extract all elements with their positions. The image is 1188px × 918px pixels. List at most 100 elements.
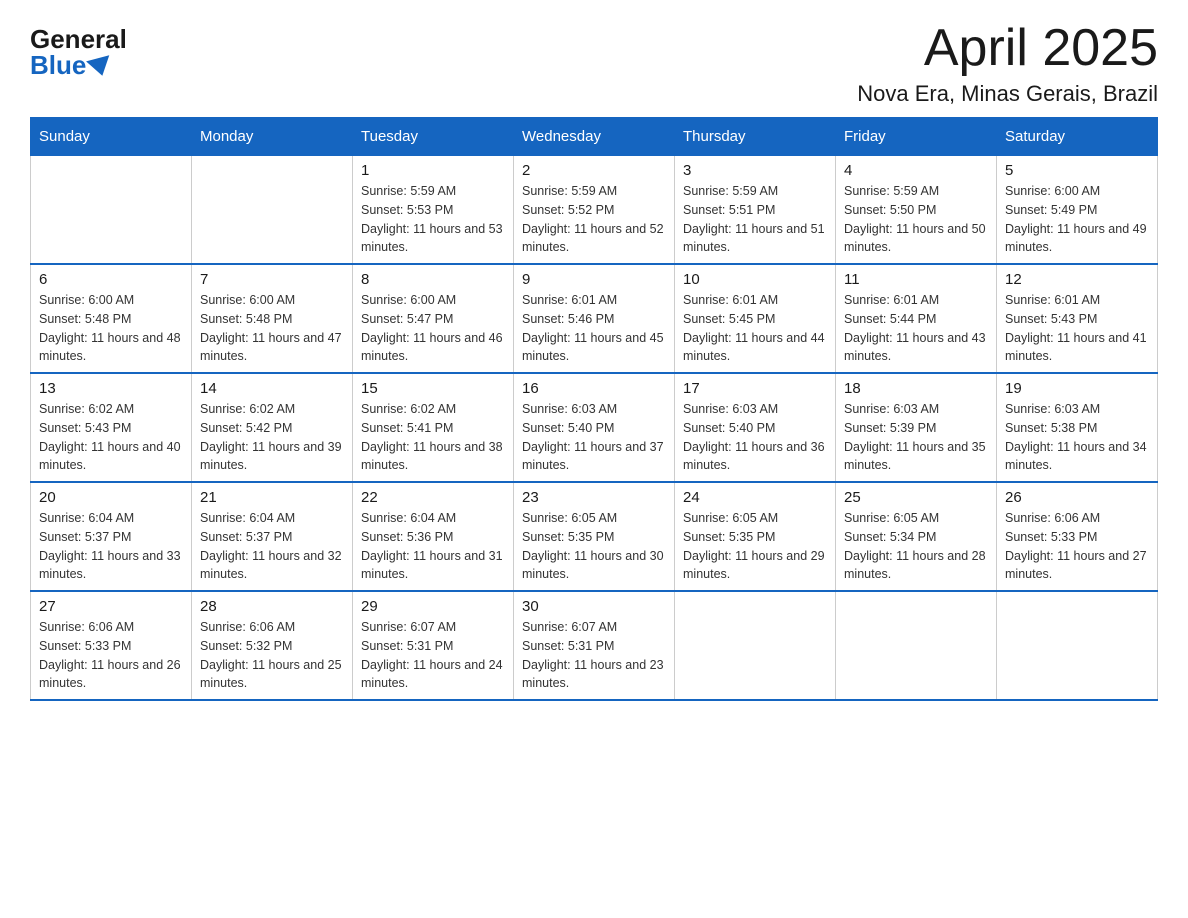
sun-info: Sunrise: 6:06 AMSunset: 5:33 PMDaylight:…	[1005, 509, 1149, 584]
sun-info: Sunrise: 6:06 AMSunset: 5:32 PMDaylight:…	[200, 618, 344, 693]
day-number: 17	[683, 380, 827, 397]
day-number: 2	[522, 162, 666, 179]
calendar-cell: 3Sunrise: 5:59 AMSunset: 5:51 PMDaylight…	[675, 156, 836, 265]
logo: General Blue	[30, 20, 127, 78]
sun-info: Sunrise: 5:59 AMSunset: 5:50 PMDaylight:…	[844, 182, 988, 257]
sun-info: Sunrise: 6:00 AMSunset: 5:47 PMDaylight:…	[361, 291, 505, 366]
weekday-header-tuesday: Tuesday	[353, 118, 514, 156]
calendar-body: 1Sunrise: 5:59 AMSunset: 5:53 PMDaylight…	[31, 156, 1158, 701]
sun-info: Sunrise: 6:02 AMSunset: 5:43 PMDaylight:…	[39, 400, 183, 475]
weekday-header-friday: Friday	[836, 118, 997, 156]
calendar-cell: 4 Sunrise: 5:59 AMSunset: 5:50 PMDaylight…	[836, 156, 997, 265]
calendar-cell: 15 Sunrise: 6:02 AMSunset: 5:41 PMDayligh…	[353, 373, 514, 482]
day-number: 11	[844, 271, 988, 288]
day-number: 9	[522, 271, 666, 288]
day-number: 8	[361, 271, 505, 288]
weekday-header-monday: Monday	[192, 118, 353, 156]
day-number: 10	[683, 271, 827, 288]
day-number: 25	[844, 489, 988, 506]
sun-info: Sunrise: 6:05 AMSunset: 5:35 PMDaylight:…	[683, 509, 827, 584]
day-number: 13	[39, 380, 183, 397]
calendar-cell: 22 Sunrise: 6:04 AMSunset: 5:36 PMDayligh…	[353, 482, 514, 591]
day-number: 6	[39, 271, 183, 288]
calendar-cell: 25Sunrise: 6:05 AMSunset: 5:34 PMDayligh…	[836, 482, 997, 591]
calendar-cell: 12 Sunrise: 6:01 AMSunset: 5:43 PMDayligh…	[997, 264, 1158, 373]
day-number: 15	[361, 380, 505, 397]
calendar-cell	[192, 156, 353, 265]
calendar-subtitle: Nova Era, Minas Gerais, Brazil	[857, 81, 1158, 107]
sun-info: Sunrise: 6:00 AMSunset: 5:49 PMDaylight:…	[1005, 182, 1149, 257]
calendar-week-3: 13 Sunrise: 6:02 AMSunset: 5:43 PMDayligh…	[31, 373, 1158, 482]
sun-info: Sunrise: 6:03 AMSunset: 5:39 PMDaylight:…	[844, 400, 988, 475]
logo-blue-text: Blue	[30, 52, 112, 78]
day-number: 5	[1005, 162, 1149, 179]
sun-info: Sunrise: 6:05 AMSunset: 5:35 PMDaylight:…	[522, 509, 666, 584]
page-header: General Blue April 2025 Nova Era, Minas …	[30, 20, 1158, 107]
day-number: 4	[844, 162, 988, 179]
calendar-cell: 7 Sunrise: 6:00 AMSunset: 5:48 PMDaylight…	[192, 264, 353, 373]
calendar-cell: 14 Sunrise: 6:02 AMSunset: 5:42 PMDayligh…	[192, 373, 353, 482]
weekday-header-thursday: Thursday	[675, 118, 836, 156]
sun-info: Sunrise: 6:00 AMSunset: 5:48 PMDaylight:…	[39, 291, 183, 366]
sun-info: Sunrise: 6:04 AMSunset: 5:37 PMDaylight:…	[39, 509, 183, 584]
calendar-cell: 16 Sunrise: 6:03 AMSunset: 5:40 PMDayligh…	[514, 373, 675, 482]
weekday-header-row: SundayMondayTuesdayWednesdayThursdayFrid…	[31, 118, 1158, 156]
calendar-cell: 8 Sunrise: 6:00 AMSunset: 5:47 PMDaylight…	[353, 264, 514, 373]
day-number: 24	[683, 489, 827, 506]
sun-info: Sunrise: 6:01 AMSunset: 5:43 PMDaylight:…	[1005, 291, 1149, 366]
calendar-cell: 27 Sunrise: 6:06 AMSunset: 5:33 PMDayligh…	[31, 591, 192, 700]
calendar-title: April 2025	[857, 20, 1158, 77]
calendar-cell	[997, 591, 1158, 700]
calendar-cell: 6 Sunrise: 6:00 AMSunset: 5:48 PMDaylight…	[31, 264, 192, 373]
calendar-cell: 23Sunrise: 6:05 AMSunset: 5:35 PMDayligh…	[514, 482, 675, 591]
calendar-cell: 19Sunrise: 6:03 AMSunset: 5:38 PMDayligh…	[997, 373, 1158, 482]
calendar-cell: 29Sunrise: 6:07 AMSunset: 5:31 PMDayligh…	[353, 591, 514, 700]
sun-info: Sunrise: 6:01 AMSunset: 5:46 PMDaylight:…	[522, 291, 666, 366]
sun-info: Sunrise: 6:04 AMSunset: 5:37 PMDaylight:…	[200, 509, 344, 584]
day-number: 14	[200, 380, 344, 397]
sun-info: Sunrise: 6:02 AMSunset: 5:41 PMDaylight:…	[361, 400, 505, 475]
sun-info: Sunrise: 6:01 AMSunset: 5:45 PMDaylight:…	[683, 291, 827, 366]
calendar-cell: 2 Sunrise: 5:59 AMSunset: 5:52 PMDaylight…	[514, 156, 675, 265]
sun-info: Sunrise: 6:03 AMSunset: 5:38 PMDaylight:…	[1005, 400, 1149, 475]
calendar-cell: 10 Sunrise: 6:01 AMSunset: 5:45 PMDayligh…	[675, 264, 836, 373]
sun-info: Sunrise: 6:03 AMSunset: 5:40 PMDaylight:…	[683, 400, 827, 475]
day-number: 7	[200, 271, 344, 288]
day-number: 16	[522, 380, 666, 397]
calendar-cell: 11Sunrise: 6:01 AMSunset: 5:44 PMDayligh…	[836, 264, 997, 373]
sun-info: Sunrise: 5:59 AMSunset: 5:53 PMDaylight:…	[361, 182, 505, 257]
day-number: 27	[39, 598, 183, 615]
calendar-cell: 18 Sunrise: 6:03 AMSunset: 5:39 PMDayligh…	[836, 373, 997, 482]
sun-info: Sunrise: 6:07 AMSunset: 5:31 PMDaylight:…	[522, 618, 666, 693]
calendar-week-2: 6 Sunrise: 6:00 AMSunset: 5:48 PMDaylight…	[31, 264, 1158, 373]
calendar-week-5: 27 Sunrise: 6:06 AMSunset: 5:33 PMDayligh…	[31, 591, 1158, 700]
sun-info: Sunrise: 6:06 AMSunset: 5:33 PMDaylight:…	[39, 618, 183, 693]
day-number: 30	[522, 598, 666, 615]
day-number: 22	[361, 489, 505, 506]
calendar-cell: 24 Sunrise: 6:05 AMSunset: 5:35 PMDayligh…	[675, 482, 836, 591]
day-number: 20	[39, 489, 183, 506]
sun-info: Sunrise: 6:04 AMSunset: 5:36 PMDaylight:…	[361, 509, 505, 584]
day-number: 21	[200, 489, 344, 506]
sun-info: Sunrise: 6:03 AMSunset: 5:40 PMDaylight:…	[522, 400, 666, 475]
calendar-cell: 1Sunrise: 5:59 AMSunset: 5:53 PMDaylight…	[353, 156, 514, 265]
day-number: 3	[683, 162, 827, 179]
day-number: 12	[1005, 271, 1149, 288]
sun-info: Sunrise: 6:02 AMSunset: 5:42 PMDaylight:…	[200, 400, 344, 475]
calendar-cell	[675, 591, 836, 700]
weekday-header-sunday: Sunday	[31, 118, 192, 156]
calendar-cell: 20 Sunrise: 6:04 AMSunset: 5:37 PMDayligh…	[31, 482, 192, 591]
calendar-cell: 9 Sunrise: 6:01 AMSunset: 5:46 PMDaylight…	[514, 264, 675, 373]
sun-info: Sunrise: 5:59 AMSunset: 5:52 PMDaylight:…	[522, 182, 666, 257]
weekday-header-wednesday: Wednesday	[514, 118, 675, 156]
calendar-week-4: 20 Sunrise: 6:04 AMSunset: 5:37 PMDayligh…	[31, 482, 1158, 591]
day-number: 18	[844, 380, 988, 397]
calendar-table: SundayMondayTuesdayWednesdayThursdayFrid…	[30, 117, 1158, 701]
weekday-header-saturday: Saturday	[997, 118, 1158, 156]
day-number: 29	[361, 598, 505, 615]
day-number: 28	[200, 598, 344, 615]
calendar-header: SundayMondayTuesdayWednesdayThursdayFrid…	[31, 118, 1158, 156]
logo-triangle-icon	[86, 55, 114, 79]
calendar-cell: 30 Sunrise: 6:07 AMSunset: 5:31 PMDayligh…	[514, 591, 675, 700]
sun-info: Sunrise: 6:00 AMSunset: 5:48 PMDaylight:…	[200, 291, 344, 366]
